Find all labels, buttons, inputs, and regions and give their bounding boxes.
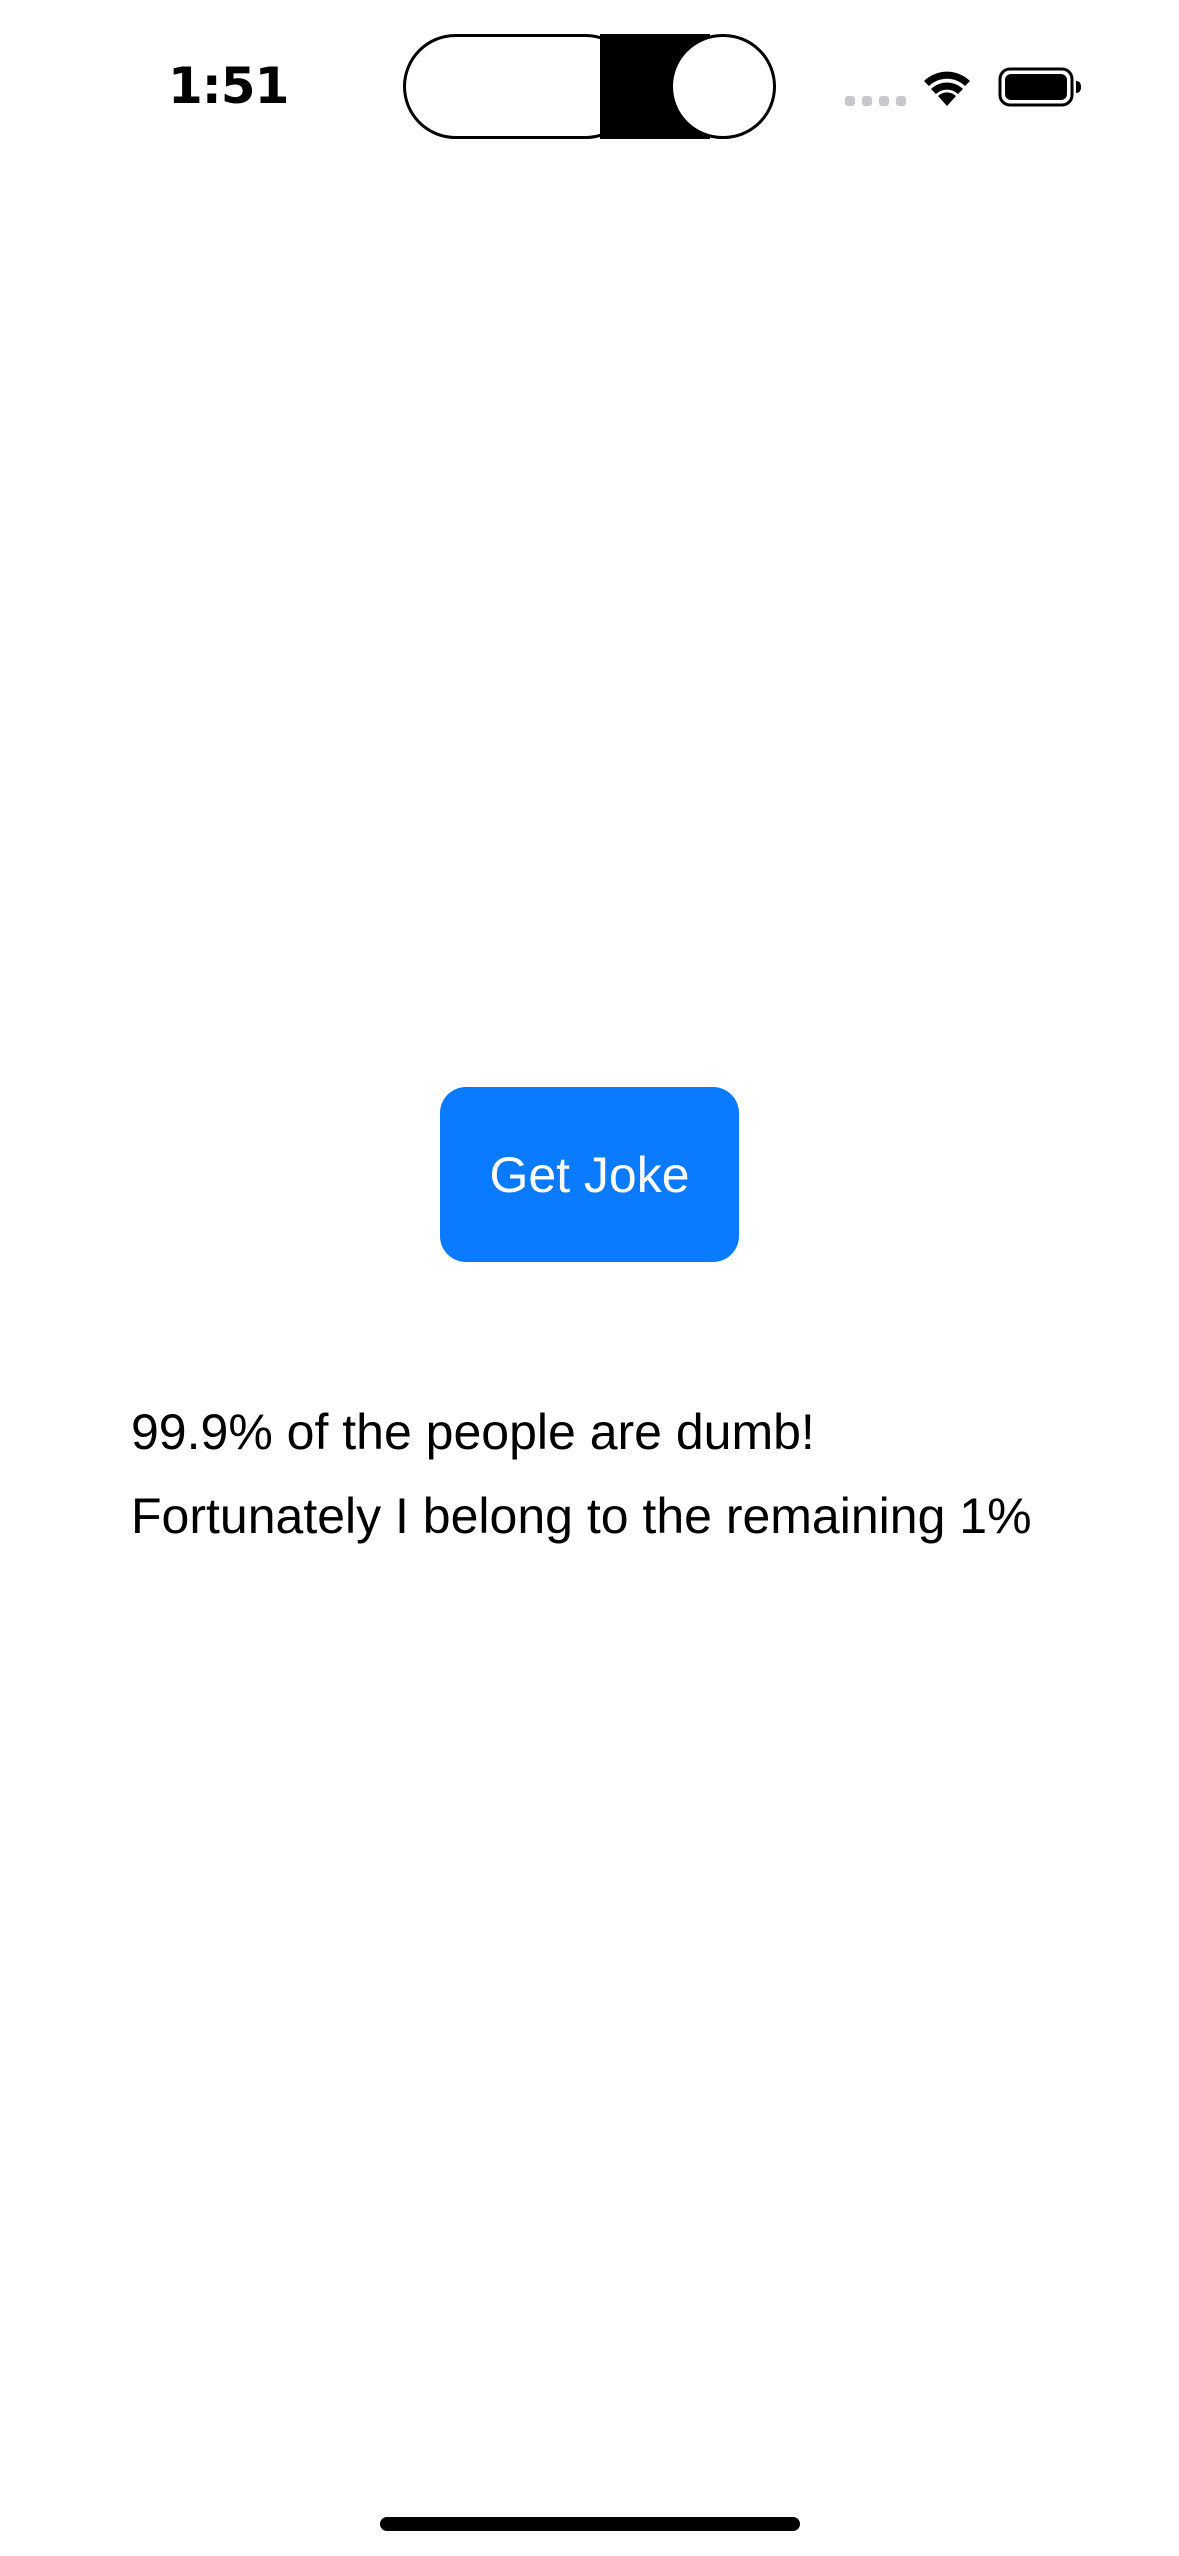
- app-screen: 1:51 Get Joke 99.9% of the people are du…: [0, 0, 1179, 2556]
- dynamic-island-camera: [670, 34, 776, 139]
- joke-line-setup: 99.9% of the people are dumb!: [131, 1404, 815, 1460]
- status-time: 1:51: [168, 57, 289, 115]
- get-joke-button[interactable]: Get Joke: [440, 1087, 739, 1262]
- cellular-signal-icon: [845, 96, 906, 106]
- joke-text: 99.9% of the people are dumb! Fortunatel…: [131, 1390, 1111, 1558]
- joke-line-punchline: Fortunately I belong to the remaining 1%: [131, 1488, 1032, 1544]
- battery-icon: [998, 67, 1081, 107]
- home-indicator[interactable]: [380, 2517, 800, 2531]
- wifi-icon: [924, 71, 970, 106]
